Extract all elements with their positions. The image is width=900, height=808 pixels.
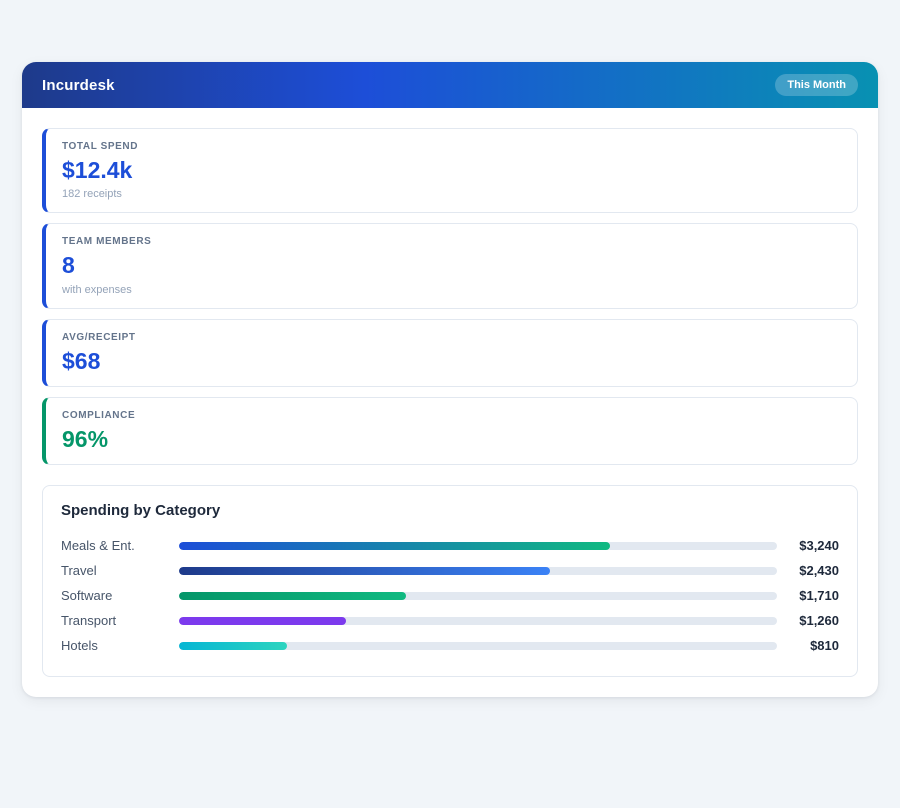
- category-label: Transport: [61, 613, 179, 628]
- category-value: $810: [777, 638, 839, 653]
- stat-card-avg-receipt: AVG/RECEIPT $68: [42, 319, 858, 387]
- stat-subtext: 182 receipts: [62, 188, 841, 200]
- stat-label: AVG/RECEIPT: [62, 332, 841, 343]
- category-value: $1,260: [777, 613, 839, 628]
- category-value: $2,430: [777, 563, 839, 578]
- bar-fill: [179, 592, 406, 600]
- stat-label: TOTAL SPEND: [62, 141, 841, 152]
- chart-row-meals: Meals & Ent. $3,240: [61, 533, 839, 558]
- stat-value: 96%: [62, 427, 841, 452]
- app-header: Incurdesk This Month: [22, 62, 878, 108]
- dashboard-card: Incurdesk This Month TOTAL SPEND $12.4k …: [22, 62, 878, 697]
- category-label: Travel: [61, 563, 179, 578]
- chart-row-hotels: Hotels $810: [61, 633, 839, 658]
- stat-subtext: with expenses: [62, 284, 841, 296]
- chart-row-transport: Transport $1,260: [61, 608, 839, 633]
- bar-track: [179, 642, 777, 650]
- chart-row-software: Software $1,710: [61, 583, 839, 608]
- bar-track: [179, 592, 777, 600]
- stat-card-compliance: COMPLIANCE 96%: [42, 397, 858, 465]
- stat-label: COMPLIANCE: [62, 410, 841, 421]
- stat-card-total-spend: TOTAL SPEND $12.4k 182 receipts: [42, 128, 858, 213]
- bar-track: [179, 617, 777, 625]
- stat-value: 8: [62, 253, 841, 278]
- bar-fill: [179, 642, 287, 650]
- category-value: $3,240: [777, 538, 839, 553]
- chart-row-travel: Travel $2,430: [61, 558, 839, 583]
- bar-track: [179, 567, 777, 575]
- bar-track: [179, 542, 777, 550]
- bar-fill: [179, 567, 550, 575]
- bar-fill: [179, 617, 346, 625]
- stat-value: $12.4k: [62, 158, 841, 183]
- app-body: TOTAL SPEND $12.4k 182 receipts TEAM MEM…: [22, 108, 878, 697]
- stat-label: TEAM MEMBERS: [62, 236, 841, 247]
- category-label: Hotels: [61, 638, 179, 653]
- category-label: Software: [61, 588, 179, 603]
- app-title: Incurdesk: [42, 77, 115, 94]
- category-label: Meals & Ent.: [61, 538, 179, 553]
- stat-value: $68: [62, 349, 841, 374]
- period-badge[interactable]: This Month: [775, 74, 858, 96]
- spending-by-category-card: Spending by Category Meals & Ent. $3,240…: [42, 485, 858, 677]
- category-value: $1,710: [777, 588, 839, 603]
- chart-title: Spending by Category: [61, 502, 839, 519]
- stat-card-team-members: TEAM MEMBERS 8 with expenses: [42, 223, 858, 308]
- bar-fill: [179, 542, 610, 550]
